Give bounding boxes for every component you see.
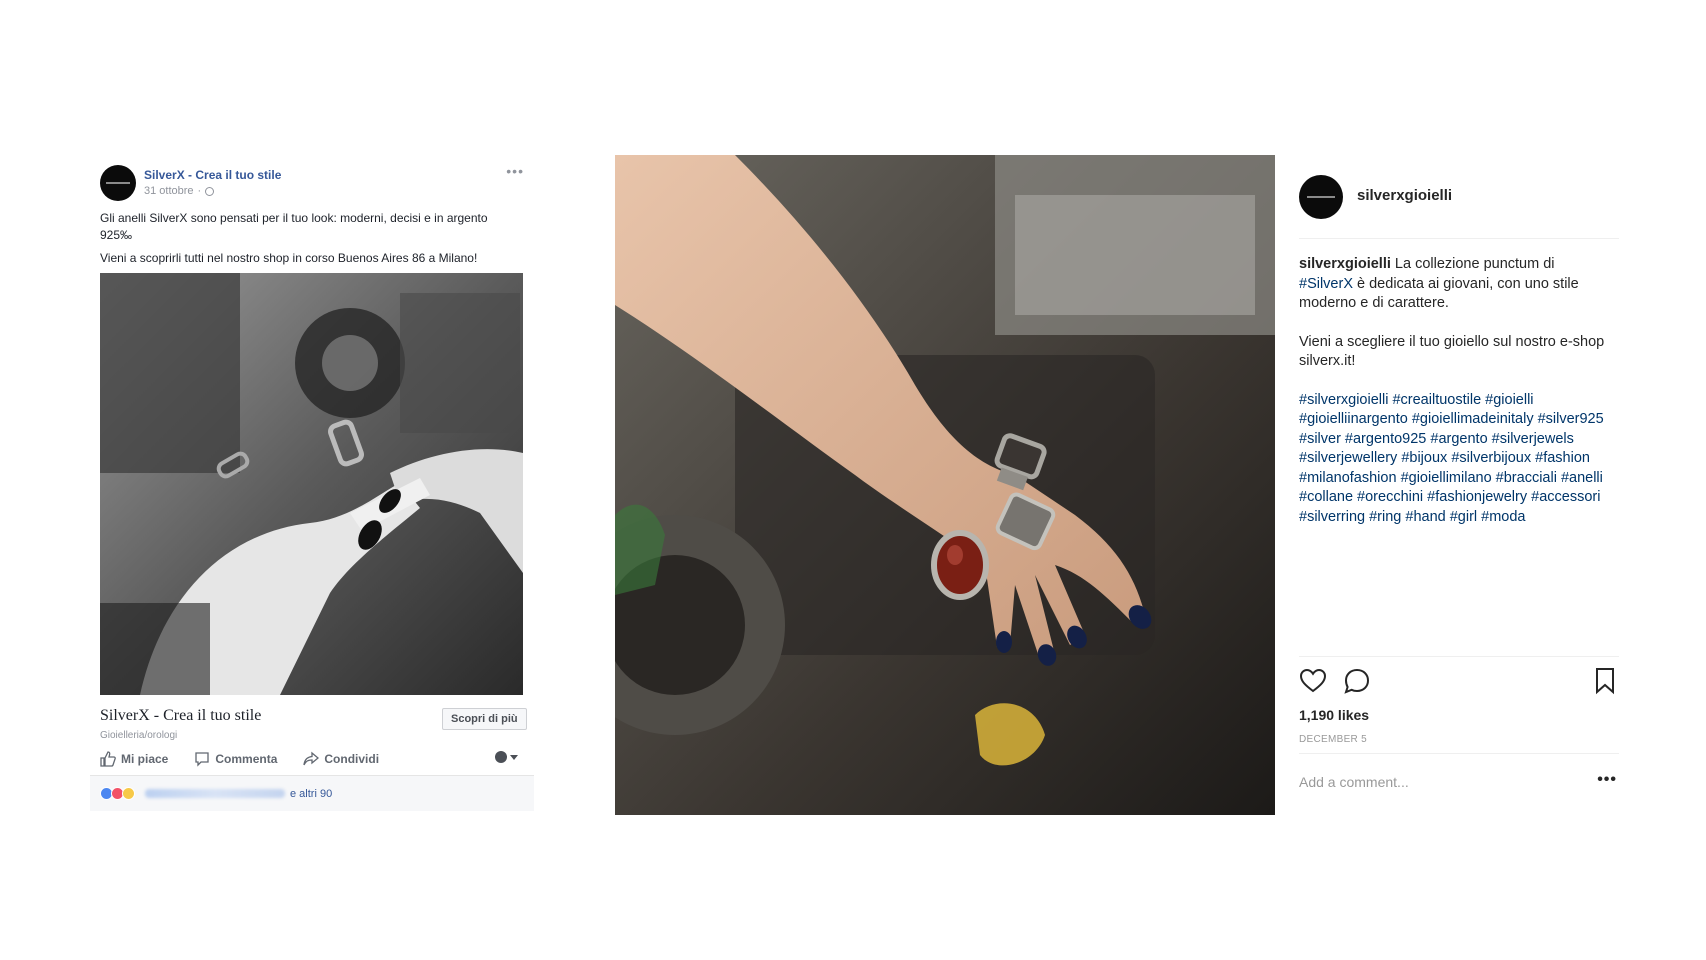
- like-button[interactable]: Mi piace: [100, 751, 168, 767]
- page-avatar[interactable]: [100, 165, 136, 201]
- caption-username[interactable]: silverxgioielli: [1299, 256, 1391, 272]
- wow-reaction-icon: [122, 787, 135, 800]
- link-subtitle: Gioielleria/orologi: [100, 730, 178, 741]
- comment-label: Commenta: [215, 752, 278, 766]
- more-ellipsis-icon[interactable]: •••: [1597, 771, 1617, 789]
- profile-icon: [495, 751, 507, 763]
- globe-icon: [205, 186, 215, 196]
- comment-input[interactable]: [1299, 774, 1579, 790]
- page-name-link[interactable]: SilverX - Crea il tuo stile: [144, 168, 281, 182]
- thumbs-up-icon: [100, 751, 116, 767]
- reactions-bar[interactable]: e altri 90: [90, 775, 534, 811]
- reactions-count[interactable]: e altri 90: [290, 788, 332, 800]
- caption: silverxgioielli La collezione punctum di…: [1299, 255, 1609, 527]
- share-label: Condividi: [324, 752, 380, 766]
- instagram-photo[interactable]: [615, 155, 1275, 815]
- comment-button[interactable]: Commenta: [194, 751, 277, 767]
- post-text-line: Vieni a scoprirli tutti nel nostro shop …: [100, 251, 478, 265]
- comment-bar: •••: [1299, 753, 1619, 815]
- comment-icon: [195, 752, 210, 767]
- post-meta: 31 ottobre ·: [144, 185, 215, 197]
- share-button[interactable]: Condividi: [303, 751, 379, 767]
- facebook-post: SilverX - Crea il tuo stile 31 ottobre ·…: [90, 155, 534, 815]
- link-title[interactable]: SilverX - Crea il tuo stile: [100, 707, 261, 725]
- instagram-header: silverxgioielli: [1299, 175, 1619, 239]
- blurred-names: [145, 789, 285, 798]
- post-header: SilverX - Crea il tuo stile 31 ottobre ·…: [100, 163, 524, 205]
- profile-avatar[interactable]: [1299, 175, 1343, 219]
- hashtag-list[interactable]: #silverxgioielli #creailtuostile #gioiel…: [1299, 391, 1609, 528]
- like-label: Mi piace: [121, 752, 169, 766]
- learn-more-button[interactable]: Scopri di più: [442, 708, 527, 730]
- post-text-line: Gli anelli SilverX sono pensati per il t…: [100, 211, 488, 242]
- comment-icon[interactable]: [1343, 667, 1371, 695]
- post-date[interactable]: 31 ottobre: [144, 185, 194, 197]
- post-image[interactable]: [100, 273, 523, 695]
- share-icon: [303, 751, 320, 766]
- options-ellipsis-icon[interactable]: •••: [506, 163, 524, 179]
- post-actions: Mi piace Commenta Condividi: [100, 747, 524, 771]
- meta-separator: ·: [197, 185, 202, 197]
- caption-hashtag[interactable]: #SilverX: [1299, 276, 1353, 292]
- post-text: Gli anelli SilverX sono pensati per il t…: [100, 210, 520, 267]
- divider: [1299, 656, 1619, 657]
- action-icons: [1299, 667, 1619, 697]
- post-date[interactable]: DECEMBER 5: [1299, 734, 1367, 745]
- audience-selector[interactable]: [495, 751, 518, 763]
- caption-paragraph: Vieni a scegliere il tuo gioiello sul no…: [1299, 333, 1605, 370]
- username-link[interactable]: silverxgioielli: [1357, 187, 1452, 204]
- caption-text: La collezione punctum di: [1390, 256, 1555, 272]
- likes-count[interactable]: 1,190 likes: [1299, 707, 1369, 723]
- chevron-down-icon: [510, 754, 518, 760]
- caption-paragraph: silverxgioielli La collezione punctum di…: [1299, 255, 1609, 314]
- bookmark-icon[interactable]: [1593, 667, 1617, 695]
- instagram-sidebar: silverxgioielli silverxgioielli La colle…: [1299, 155, 1619, 815]
- heart-icon[interactable]: [1299, 667, 1327, 695]
